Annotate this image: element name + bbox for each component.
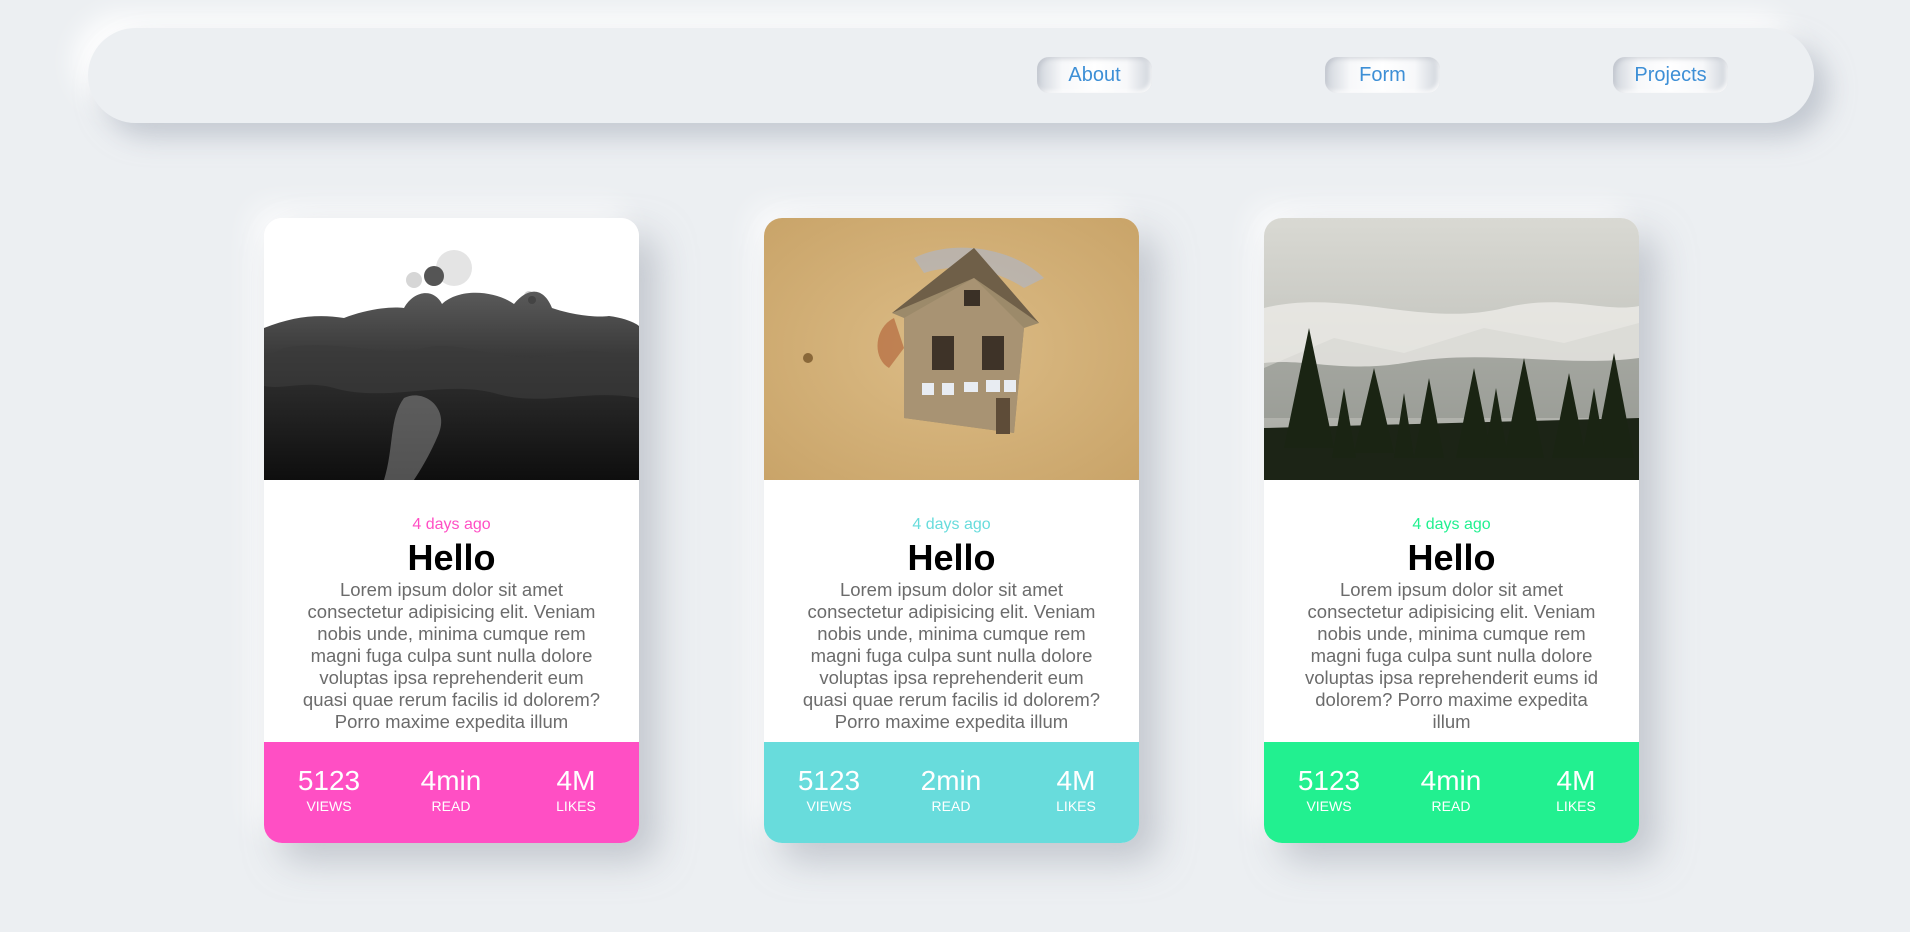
stat-value: 4M	[556, 765, 596, 796]
stat-read: 2min READ	[891, 765, 1011, 815]
stat-views: 5123 VIEWS	[269, 765, 389, 815]
stat-label: VIEWS	[306, 798, 352, 814]
ink-splash-image	[264, 218, 639, 480]
stat-value: 2min	[920, 765, 982, 796]
card-title: Hello	[407, 537, 496, 578]
card-stats-bar: 5123 VIEWS 4min READ 4M LIKES	[264, 742, 639, 843]
misty-forest-image	[1264, 218, 1639, 480]
stat-label: READ	[931, 798, 971, 814]
card-date: 4 days ago	[412, 516, 491, 533]
card-date: 4 days ago	[912, 516, 991, 533]
stat-value: 4M	[1056, 765, 1096, 796]
stat-label: READ	[1431, 798, 1471, 814]
card-date: 4 days ago	[1412, 516, 1491, 533]
card[interactable]: 4 days ago Hello Lorem ipsum dolor sit a…	[264, 218, 639, 843]
nav-about-button[interactable]: About	[1037, 57, 1152, 93]
stat-label: READ	[431, 798, 471, 814]
nav-form-button[interactable]: Form	[1325, 57, 1440, 93]
card[interactable]: 4 days ago Hello Lorem ipsum dolor sit a…	[764, 218, 1139, 843]
card-title: Hello	[907, 537, 996, 578]
stat-read: 4min READ	[1391, 765, 1511, 815]
stat-value: 5123	[797, 765, 861, 796]
stat-value: 5123	[1297, 765, 1361, 796]
stat-value: 4M	[1556, 765, 1596, 796]
card-body: 4 days ago Hello Lorem ipsum dolor sit a…	[1264, 480, 1639, 742]
stat-label: LIKES	[1556, 798, 1596, 814]
card-title: Hello	[1407, 537, 1496, 578]
card-description: Lorem ipsum dolor sit amet consectetur a…	[302, 579, 601, 732]
card[interactable]: 4 days ago Hello Lorem ipsum dolor sit a…	[1264, 218, 1639, 843]
stat-label: VIEWS	[1306, 798, 1352, 814]
card-stats-bar: 5123 VIEWS 2min READ 4M LIKES	[764, 742, 1139, 843]
stat-label: LIKES	[1056, 798, 1096, 814]
card-description: Lorem ipsum dolor sit amet consectetur a…	[802, 579, 1101, 732]
stat-read: 4min READ	[391, 765, 511, 815]
top-navbar: About Form Projects	[88, 28, 1814, 123]
stat-value: 5123	[297, 765, 361, 796]
card-description: Lorem ipsum dolor sit amet consectetur a…	[1304, 579, 1599, 732]
stat-views: 5123 VIEWS	[769, 765, 889, 815]
card-body: 4 days ago Hello Lorem ipsum dolor sit a…	[764, 480, 1139, 742]
stat-views: 5123 VIEWS	[1269, 765, 1389, 815]
stat-label: LIKES	[556, 798, 596, 814]
card-body: 4 days ago Hello Lorem ipsum dolor sit a…	[264, 480, 639, 742]
stat-likes: 4M LIKES	[516, 765, 636, 815]
card-stats-bar: 5123 VIEWS 4min READ 4M LIKES	[1264, 742, 1639, 843]
stat-likes: 4M LIKES	[1516, 765, 1636, 815]
stat-value: 4min	[1420, 765, 1482, 796]
stat-value: 4min	[420, 765, 482, 796]
nav-projects-button[interactable]: Projects	[1613, 57, 1728, 93]
stat-label: VIEWS	[806, 798, 852, 814]
painted-house-image	[764, 218, 1139, 480]
stat-likes: 4M LIKES	[1016, 765, 1136, 815]
